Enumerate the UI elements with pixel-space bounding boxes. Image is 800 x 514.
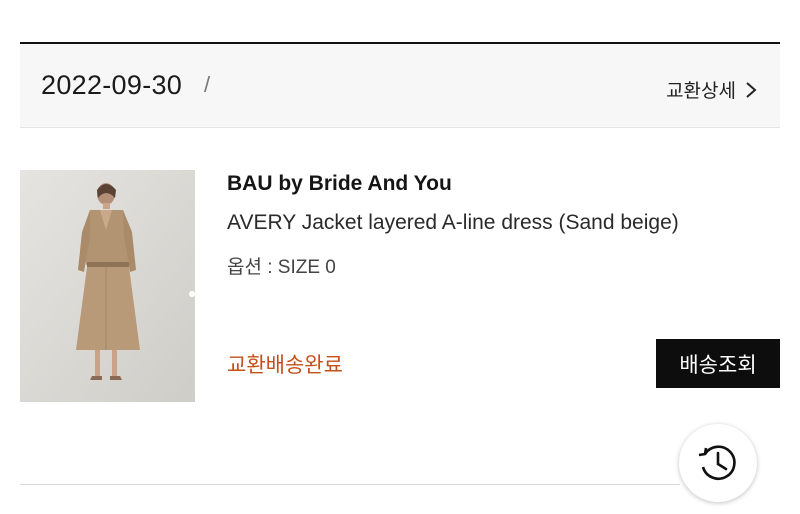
exchange-detail-label: 교환상세 (666, 81, 736, 102)
exchange-detail-link[interactable]: 교환상세 (666, 76, 758, 103)
track-delivery-button[interactable]: 배송조회 (656, 339, 780, 388)
order-separator: / (204, 72, 211, 97)
product-option: 옵션 : SIZE 0 (227, 257, 336, 278)
product-photo-icon (20, 170, 195, 402)
chevron-right-icon (746, 81, 757, 98)
history-clock-icon (698, 445, 736, 480)
product-image[interactable] (20, 170, 195, 402)
history-button[interactable] (679, 424, 757, 502)
order-header: 2022-09-30 / 교환상세 (20, 44, 780, 128)
bottom-divider (20, 484, 680, 485)
product-brand[interactable]: BAU by Bride And You (227, 172, 452, 196)
order-date: 2022-09-30 (41, 70, 183, 100)
product-name[interactable]: AVERY Jacket layered A-line dress (Sand … (227, 211, 679, 235)
exchange-order-page: 2022-09-30 / 교환상세 BAU by Bride And You A… (0, 0, 800, 514)
delivery-status-label: 교환배송완료 (227, 354, 343, 377)
